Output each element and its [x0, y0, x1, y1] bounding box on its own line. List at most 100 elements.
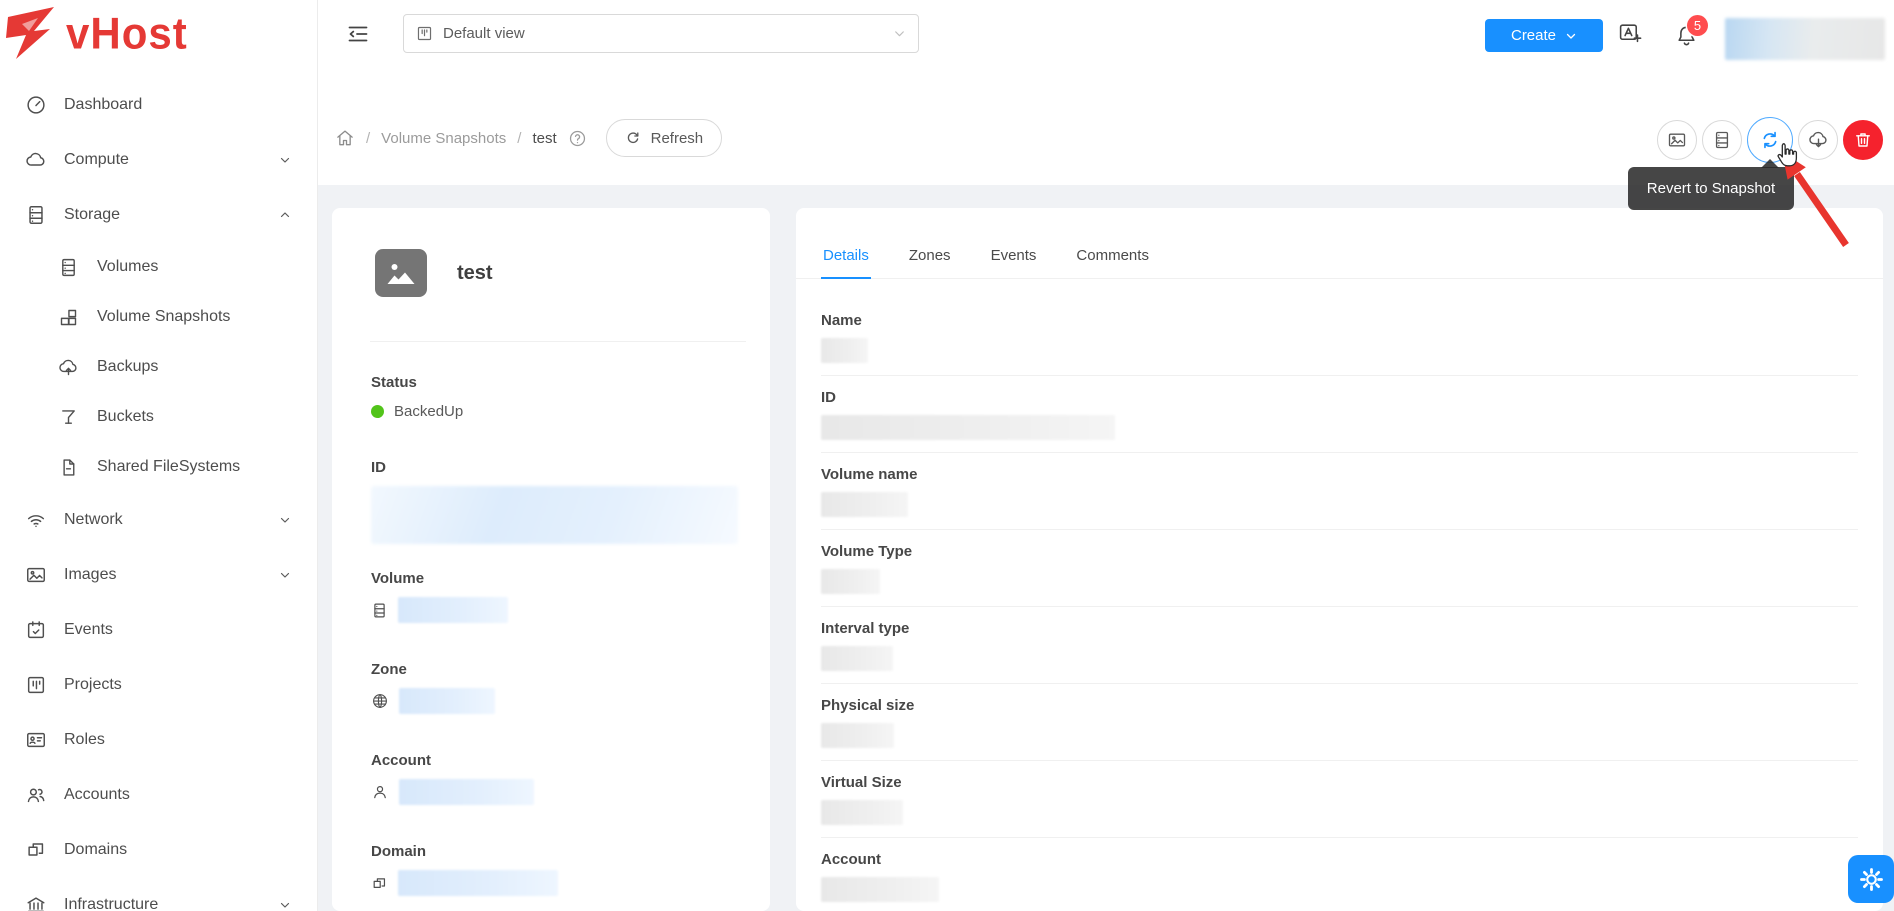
- sidebar-item-volumes[interactable]: Volumes: [0, 242, 317, 292]
- block-icon: [371, 875, 388, 892]
- detail-field-virtual-size: Virtual Size: [821, 761, 1858, 838]
- sidebar-item-infrastructure[interactable]: Infrastructure: [0, 877, 317, 911]
- translate-icon[interactable]: [1618, 21, 1643, 51]
- status-dot: [371, 405, 384, 418]
- chevron-down-icon: [279, 569, 291, 581]
- field-label: ID: [821, 389, 1858, 406]
- sidebar-item-shared-filesystems[interactable]: Shared FileSystems: [0, 442, 317, 492]
- sidebar-item-label: Accounts: [64, 786, 130, 804]
- create-button[interactable]: Create: [1485, 19, 1603, 52]
- user-profile-redacted[interactable]: [1725, 18, 1885, 60]
- picture-icon: [25, 564, 47, 586]
- bank-icon: [25, 894, 47, 911]
- sidebar-item-label: Storage: [64, 206, 120, 224]
- field-label: Name: [821, 312, 1858, 329]
- sidebar-item-roles[interactable]: Roles: [0, 712, 317, 767]
- domain-value-redacted: [398, 870, 558, 896]
- detail-field-physical-size: Physical size: [821, 684, 1858, 761]
- tab-zones[interactable]: Zones: [907, 247, 953, 279]
- project-icon: [25, 674, 47, 696]
- account-value[interactable]: [371, 779, 746, 805]
- user-icon: [371, 783, 389, 801]
- snapshot-thumbnail-icon: [375, 249, 427, 297]
- sidebar-item-volume-snapshots[interactable]: Volume Snapshots: [0, 292, 317, 342]
- sidebar: vHost Dashboard Compute: [0, 0, 318, 911]
- wifi-icon: [25, 509, 47, 531]
- refresh-button[interactable]: Refresh: [606, 119, 723, 157]
- breadcrumb-separator: /: [517, 130, 521, 147]
- domain-value[interactable]: [371, 870, 746, 896]
- team-icon: [25, 784, 47, 806]
- sidebar-item-label: Events: [64, 621, 113, 639]
- sidebar-item-network[interactable]: Network: [0, 492, 317, 547]
- sidebar-item-backups[interactable]: Backups: [0, 342, 317, 392]
- brand-logo[interactable]: vHost: [0, 0, 317, 67]
- breadcrumb-current: test: [532, 130, 556, 147]
- detail-field-id: ID: [821, 376, 1858, 453]
- chevron-down-icon: [893, 27, 906, 40]
- field-label: Account: [821, 851, 1858, 868]
- tooltip-text: Revert to Snapshot: [1647, 180, 1775, 197]
- volume-value-redacted: [398, 597, 508, 623]
- block-icon: [25, 839, 47, 861]
- volume-value[interactable]: [371, 597, 746, 623]
- tab-comments[interactable]: Comments: [1074, 247, 1151, 279]
- view-selector-value: Default view: [443, 25, 525, 42]
- field-label: Virtual Size: [821, 774, 1858, 791]
- field-value-redacted: [821, 800, 903, 825]
- tab-details[interactable]: Details: [821, 247, 871, 279]
- zone-label: Zone: [371, 661, 746, 678]
- breadcrumb-section[interactable]: Volume Snapshots: [381, 130, 506, 147]
- sidebar-item-events[interactable]: Events: [0, 602, 317, 657]
- field-label: Interval type: [821, 620, 1858, 637]
- sidebar-item-images[interactable]: Images: [0, 547, 317, 602]
- build-icon: [58, 307, 80, 328]
- help-icon[interactable]: [568, 129, 587, 148]
- field-value-redacted: [821, 877, 939, 902]
- sidebar-item-label: Projects: [64, 676, 122, 694]
- detail-field-name: Name: [821, 299, 1858, 376]
- volume-icon: [58, 257, 80, 278]
- sidebar-item-label: Volumes: [97, 258, 158, 276]
- sidebar-item-buckets[interactable]: Buckets: [0, 392, 317, 442]
- dashboard-icon: [25, 94, 47, 116]
- status-text: BackedUp: [394, 403, 463, 420]
- status-value: BackedUp: [371, 401, 746, 421]
- tab-events[interactable]: Events: [989, 247, 1039, 279]
- create-button-label: Create: [1511, 27, 1556, 44]
- sidebar-item-label: Shared FileSystems: [97, 458, 240, 476]
- notification-bell-icon[interactable]: 5: [1674, 24, 1699, 54]
- menu-fold-icon[interactable]: [346, 22, 370, 51]
- settings-gear-button[interactable]: [1848, 855, 1894, 903]
- sidebar-item-accounts[interactable]: Accounts: [0, 767, 317, 822]
- field-value-redacted: [821, 569, 880, 594]
- app: vHost Dashboard Compute: [0, 0, 1894, 911]
- detail-field-volume-name: Volume name: [821, 453, 1858, 530]
- create-volume-button[interactable]: [1702, 120, 1742, 160]
- chevron-down-icon: [279, 514, 291, 526]
- field-label: Volume Type: [821, 543, 1858, 560]
- sidebar-item-label: Domains: [64, 841, 127, 859]
- sidebar-item-label: Network: [64, 511, 123, 529]
- field-value-redacted: [821, 723, 894, 748]
- volume-label: Volume: [371, 570, 746, 587]
- sidebar-item-domains[interactable]: Domains: [0, 822, 317, 877]
- reload-icon: [625, 130, 641, 146]
- home-icon[interactable]: [335, 128, 355, 148]
- status-label: Status: [371, 374, 746, 391]
- topbar: Default view Create 5: [318, 0, 1894, 67]
- field-label: Physical size: [821, 697, 1858, 714]
- field-value-redacted: [821, 415, 1115, 440]
- sidebar-item-label: Backups: [97, 358, 158, 376]
- sidebar-item-compute[interactable]: Compute: [0, 132, 317, 187]
- zone-value[interactable]: [371, 688, 746, 714]
- cloud-icon: [25, 149, 47, 171]
- chevron-down-icon: [1565, 30, 1577, 42]
- view-selector[interactable]: Default view: [403, 14, 919, 53]
- sidebar-item-storage[interactable]: Storage: [0, 187, 317, 242]
- chevron-down-icon: [279, 154, 291, 166]
- sidebar-item-dashboard[interactable]: Dashboard: [0, 77, 317, 132]
- detail-field-volume-type: Volume Type: [821, 530, 1858, 607]
- create-template-button[interactable]: [1657, 120, 1697, 160]
- sidebar-item-projects[interactable]: Projects: [0, 657, 317, 712]
